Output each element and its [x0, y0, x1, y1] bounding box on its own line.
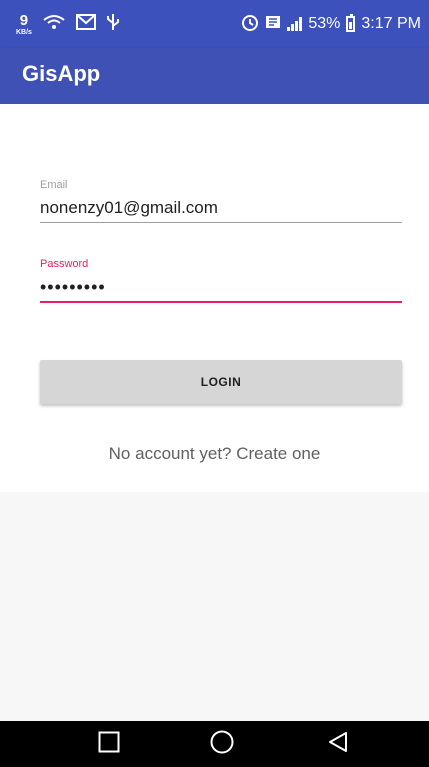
password-label: Password — [40, 258, 89, 270]
login-button[interactable]: LOGIN — [40, 360, 402, 404]
status-right: 53% 3:17 PM — [241, 0, 421, 48]
email-field[interactable]: Email nonenzy01@gmail.com — [40, 179, 402, 223]
email-input[interactable]: nonenzy01@gmail.com — [40, 198, 402, 220]
home-button[interactable] — [192, 721, 252, 767]
recent-apps-button[interactable] — [79, 721, 139, 767]
status-time: 3:17 PM — [361, 15, 421, 32]
password-underline — [40, 301, 402, 303]
network-speed-value: 9 — [19, 11, 29, 29]
password-field[interactable]: Password ••••••••• — [40, 258, 402, 303]
navigation-bar — [0, 721, 429, 767]
battery-percent: 53% — [308, 15, 341, 32]
app-title: GisApp — [22, 61, 101, 86]
app-bar: GisApp — [0, 48, 429, 104]
email-underline — [40, 222, 402, 223]
login-form: Email nonenzy01@gmail.com Password •••••… — [0, 104, 429, 492]
mail-icon — [75, 13, 96, 35]
battery-icon — [346, 14, 356, 32]
roaming-icon — [265, 14, 281, 35]
password-input[interactable]: ••••••••• — [40, 277, 402, 299]
network-speed-unit: KB/s — [16, 28, 32, 36]
alarm-icon — [241, 13, 259, 36]
recent-apps-icon — [98, 731, 120, 758]
create-account-link[interactable]: No account yet? Create one — [0, 444, 429, 464]
empty-area — [0, 492, 429, 721]
status-bar: 9 KB/s 53% 3:17 PM — [0, 0, 429, 48]
wifi-data-icon — [42, 12, 66, 37]
network-speed: 9 KB/s — [16, 13, 32, 36]
email-label: Email — [40, 179, 68, 191]
usb-icon — [106, 13, 120, 36]
signal-icon — [287, 17, 303, 31]
home-icon — [210, 730, 234, 759]
back-icon — [327, 731, 349, 758]
status-left: 9 KB/s — [16, 0, 120, 48]
back-button[interactable] — [308, 721, 368, 767]
